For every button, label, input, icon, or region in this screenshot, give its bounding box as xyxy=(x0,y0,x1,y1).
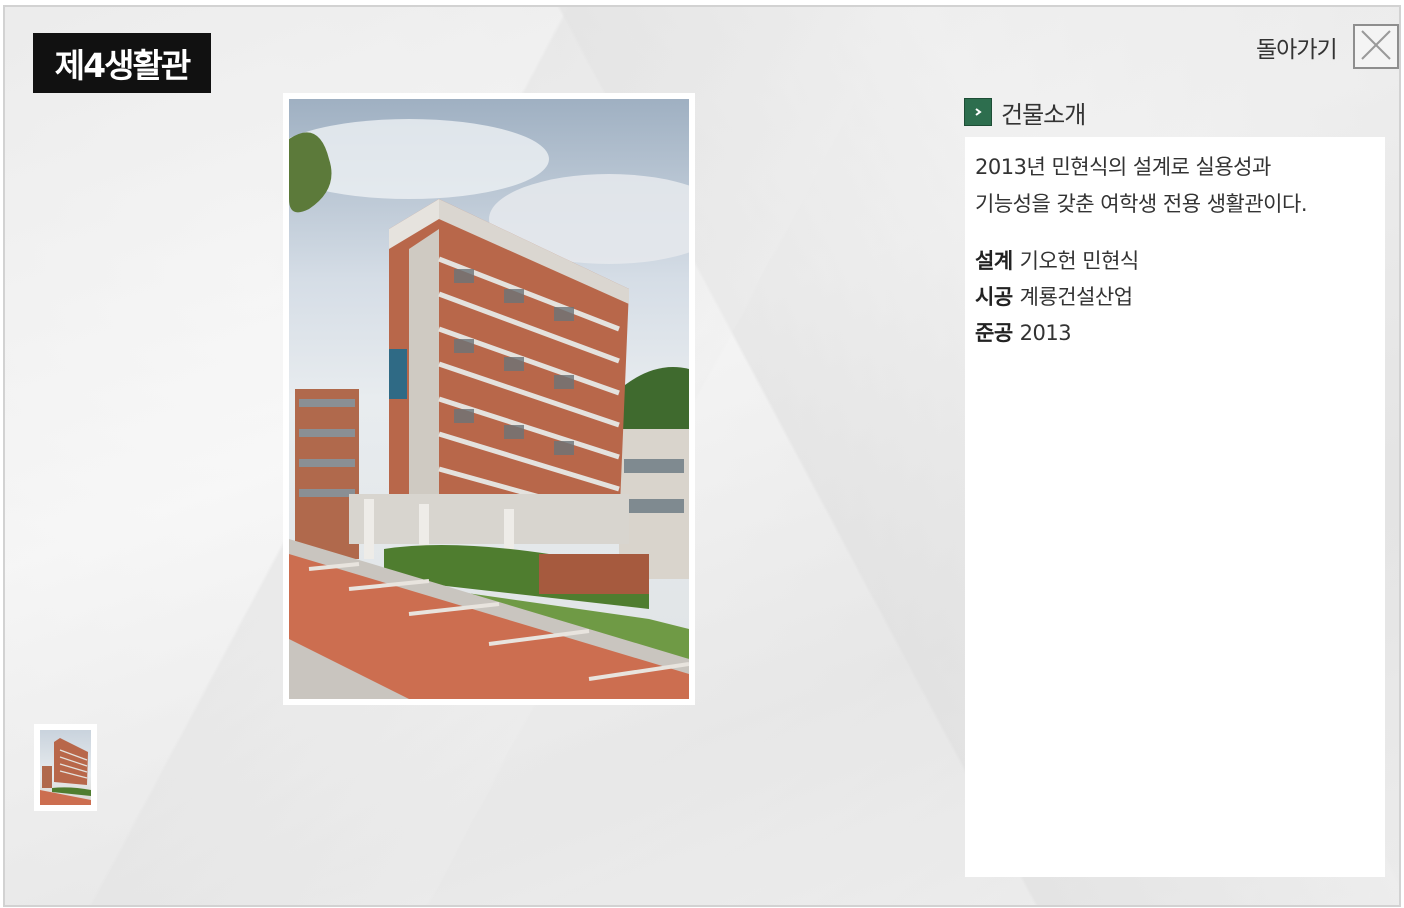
section-title: 건물소개 xyxy=(1001,100,1086,129)
building-info-panel: 2013년 민현식의 설계로 실용성과 기능성을 갖춘 여학생 전용 생활관이다… xyxy=(965,137,1385,877)
spec-construction: 시공 계룡건설산업 xyxy=(975,279,1375,315)
thumbnail-item[interactable] xyxy=(34,724,97,811)
chevron-right-icon xyxy=(964,98,992,126)
spec-key: 시공 xyxy=(975,285,1013,309)
spec-value: 기오헌 민현식 xyxy=(1019,249,1140,273)
description-line: 2013년 민현식의 설계로 실용성과 xyxy=(975,155,1271,179)
close-button[interactable] xyxy=(1353,24,1399,69)
building-photo xyxy=(289,99,689,699)
spec-value: 2013 xyxy=(1019,321,1072,345)
page-title: 제4생활관 xyxy=(33,33,211,93)
close-x-icon xyxy=(1359,28,1393,66)
back-link[interactable]: 돌아가기 xyxy=(1256,31,1338,63)
building-description: 2013년 민현식의 설계로 실용성과 기능성을 갖춘 여학생 전용 생활관이다… xyxy=(975,149,1375,223)
building-thumbnail xyxy=(40,730,91,805)
section-heading: 건물소개 xyxy=(964,95,1086,129)
main-photo-frame xyxy=(283,93,695,705)
building-specs: 설계 기오헌 민현식 시공 계룡건설산업 준공 2013 xyxy=(975,243,1375,351)
spec-key: 준공 xyxy=(975,321,1013,345)
spec-design: 설계 기오헌 민현식 xyxy=(975,243,1375,279)
page-frame: 제4생활관 돌아가기 건물소개 2013년 민현식의 설계로 실용성과 기능성을… xyxy=(3,5,1401,907)
spec-value: 계룡건설산업 xyxy=(1019,285,1133,309)
description-line: 기능성을 갖춘 여학생 전용 생활관이다. xyxy=(975,192,1308,216)
spec-key: 설계 xyxy=(975,249,1013,273)
spec-completion: 준공 2013 xyxy=(975,315,1375,351)
